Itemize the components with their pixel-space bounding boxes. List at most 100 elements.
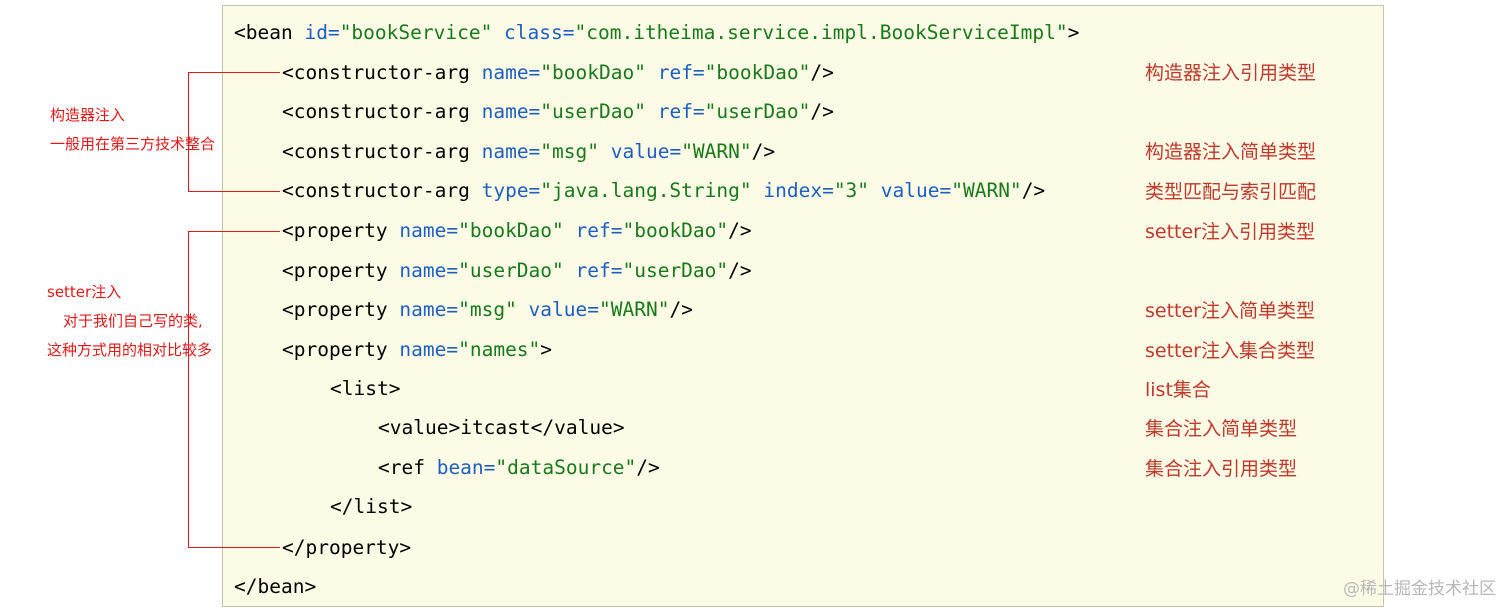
attr: id= <box>304 21 340 44</box>
tag: > <box>400 495 413 518</box>
value: "userDao" <box>458 259 564 282</box>
attr: value= <box>599 140 682 163</box>
tag: </bean <box>234 575 305 598</box>
tag: /> <box>810 61 834 84</box>
value: "msg" <box>540 140 599 163</box>
tag: <value <box>378 416 449 439</box>
annotation-constructor-simple: 构造器注入简单类型 <box>1145 141 1317 163</box>
value: "bookService" <box>339 21 493 44</box>
annotation-setter-simple: setter注入简单类型 <box>1145 300 1315 322</box>
value: "bookDao" <box>622 219 729 242</box>
tag: <property <box>282 259 400 282</box>
tag: <ref <box>378 456 437 479</box>
value: "msg" <box>458 298 517 321</box>
attr: name= <box>399 298 459 321</box>
tag: <constructor-arg <box>282 179 482 202</box>
code-line-bean-open: <bean id="bookService" class="com.itheim… <box>234 19 1079 47</box>
value: "WARN" <box>681 140 752 163</box>
constructor-injection-title: 构造器注入 <box>50 106 126 124</box>
code-line-constructor-msg: <constructor-arg name="msg" value="WARN"… <box>282 138 775 166</box>
value: "bookDao" <box>540 61 646 84</box>
tag: > <box>304 575 317 598</box>
tag: <constructor-arg <box>282 61 482 84</box>
code-line-constructor-userdao: <constructor-arg name="userDao" ref="use… <box>282 98 834 126</box>
text-value: itcast <box>460 416 531 439</box>
annotation-setter-ref: setter注入引用类型 <box>1145 221 1315 243</box>
tag: > <box>388 377 401 400</box>
annotation-constructor-ref: 构造器注入引用类型 <box>1145 62 1317 84</box>
value: "WARN" <box>951 179 1022 202</box>
attr: name= <box>481 140 541 163</box>
annotation-setter-collection: setter注入集合类型 <box>1145 340 1315 362</box>
tag: </value <box>530 416 613 439</box>
attr: ref= <box>563 219 623 242</box>
attr: name= <box>481 100 541 123</box>
code-line-list-open: <list> <box>330 375 400 403</box>
code-line-property-bookdao: <property name="bookDao" ref="bookDao"/> <box>282 217 752 245</box>
tag: /> <box>636 456 660 479</box>
code-line-property-close: </property> <box>282 534 411 562</box>
code-line-constructor-bookdao: <constructor-arg name="bookDao" ref="boo… <box>282 59 834 87</box>
tag: <property <box>282 298 400 321</box>
value: "bookDao" <box>458 219 564 242</box>
tag: </list <box>330 495 401 518</box>
annotation-collection-simple: 集合注入简单类型 <box>1145 418 1298 440</box>
attr: value= <box>869 179 952 202</box>
annotation-type-index: 类型匹配与索引匹配 <box>1145 181 1317 203</box>
attr: class= <box>492 21 575 44</box>
tag: /> <box>669 298 693 321</box>
tag: <constructor-arg <box>282 100 482 123</box>
watermark: @稀土掘金技术社区 <box>1343 579 1496 599</box>
tag: <property <box>282 219 400 242</box>
code-line-constructor-type-index: <constructor-arg type="java.lang.String"… <box>282 177 1045 205</box>
tag: <constructor-arg <box>282 140 482 163</box>
tag: <list <box>330 377 389 400</box>
attr: name= <box>399 259 459 282</box>
attr: ref= <box>563 259 623 282</box>
value: "userDao" <box>704 100 811 123</box>
value: "bookDao" <box>704 61 811 84</box>
tag: <property <box>282 338 400 361</box>
code-line-value: <value>itcast</value> <box>378 414 625 442</box>
attr: type= <box>481 179 541 202</box>
value: "userDao" <box>622 259 729 282</box>
tag: > <box>540 338 553 361</box>
tag: </property <box>282 536 400 559</box>
tag: /> <box>728 259 752 282</box>
setter-injection-title: setter注入 <box>47 283 122 301</box>
value: "java.lang.String" <box>540 179 752 202</box>
tag: > <box>399 536 412 559</box>
attr: name= <box>399 219 459 242</box>
setter-injection-note-1: 对于我们自己写的类, <box>63 312 203 330</box>
tag: /> <box>1021 179 1046 202</box>
attr: name= <box>399 338 459 361</box>
tag: > <box>448 416 461 439</box>
value: "com.itheima.service.impl.BookServiceImp… <box>574 21 1068 44</box>
tag: > <box>612 416 625 439</box>
tag: /> <box>728 219 752 242</box>
attr: index= <box>751 179 834 202</box>
code-line-property-msg: <property name="msg" value="WARN"/> <box>282 296 693 324</box>
attr: bean= <box>436 456 496 479</box>
setter-bracket <box>188 231 280 548</box>
value: "WARN" <box>599 298 670 321</box>
code-line-property-names: <property name="names"> <box>282 336 552 364</box>
attr: ref= <box>645 100 705 123</box>
attr: ref= <box>645 61 705 84</box>
value: "dataSource" <box>495 456 637 479</box>
value: "names" <box>458 338 541 361</box>
attr: name= <box>481 61 541 84</box>
code-line-property-userdao: <property name="userDao" ref="userDao"/> <box>282 257 752 285</box>
value: "userDao" <box>540 100 646 123</box>
annotation-collection-ref: 集合注入引用类型 <box>1145 458 1298 480</box>
value: "3" <box>833 179 870 202</box>
tag: /> <box>810 100 834 123</box>
constructor-bracket <box>188 72 280 192</box>
tag: /> <box>751 140 776 163</box>
code-line-bean-close: </bean> <box>234 573 316 601</box>
attr: value= <box>516 298 599 321</box>
code-line-list-close: </list> <box>330 493 412 521</box>
tag: <bean <box>234 21 305 44</box>
tag: > <box>1067 21 1080 44</box>
annotation-list: list集合 <box>1145 379 1211 401</box>
